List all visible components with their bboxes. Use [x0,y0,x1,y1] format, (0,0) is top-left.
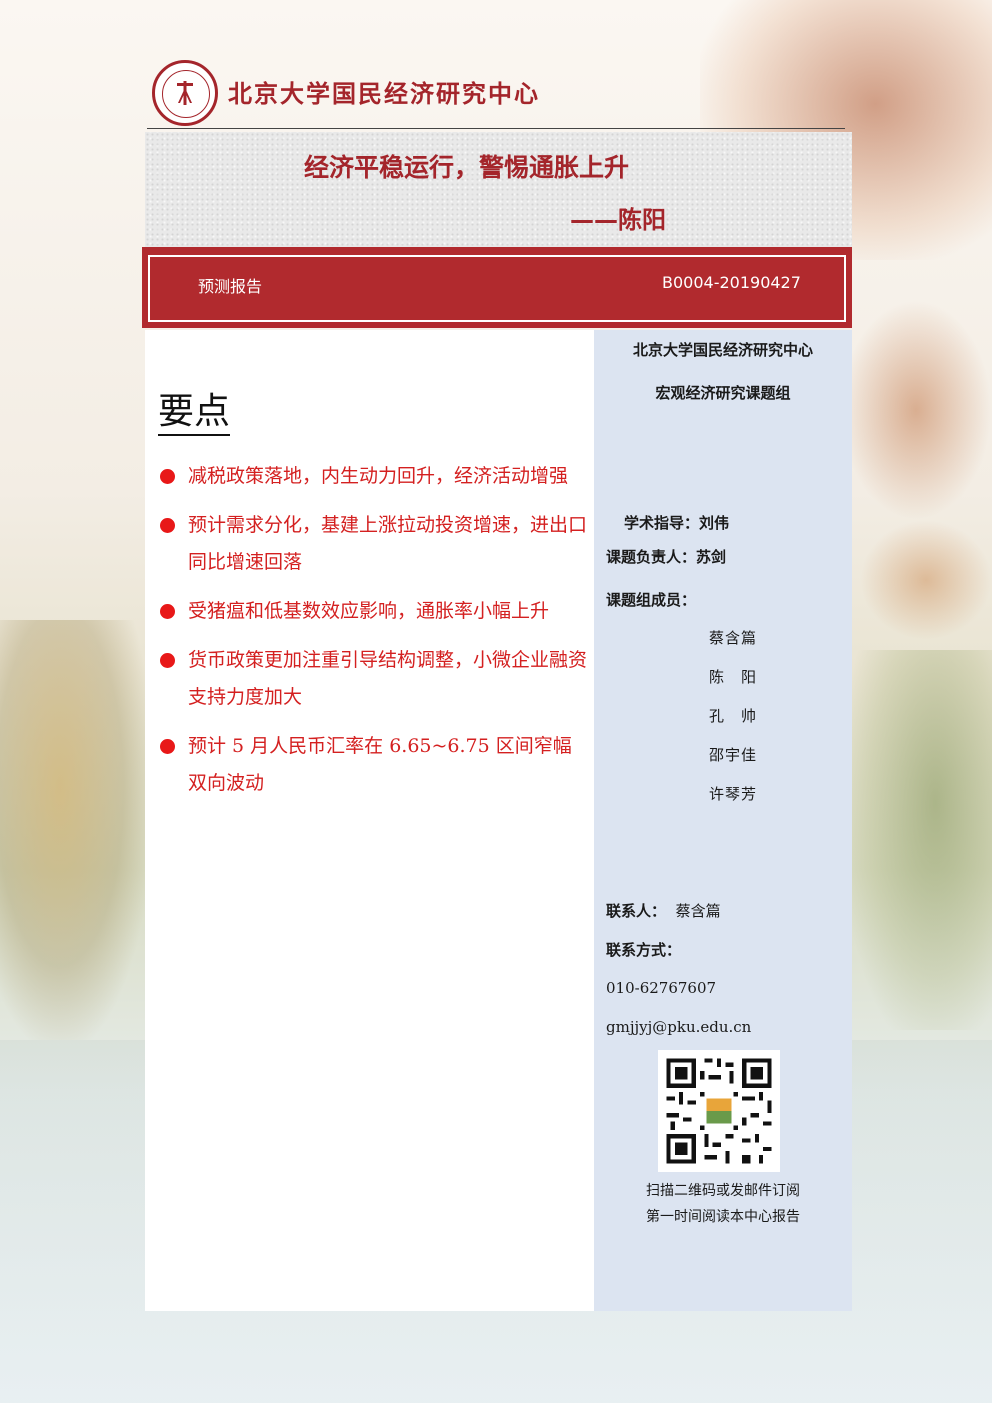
qr-code-icon [658,1050,780,1172]
key-point-item: 货币政策更加注重引导结构调整，小微企业融资支持力度加大 [158,642,588,716]
key-point-text: 货币政策更加注重引导结构调整，小微企业融资支持力度加大 [188,649,588,708]
leader-name: 苏剑 [696,548,727,566]
pku-seal-icon [177,81,193,105]
bullet-dot-icon [160,518,175,533]
key-points-list: 减税政策落地，内生动力回升，经济活动增强 预计需求分化，基建上涨拉动投资增速，进… [158,458,588,814]
member-name: 蔡含篇 [709,629,758,647]
leader-label: 课题负责人： [606,548,697,566]
qr-caption-line1: 扫描二维码或发邮件订阅 [646,1183,800,1199]
contact-name: 蔡含篇 [675,902,721,920]
contact-phone: 010-62767607 [606,979,717,997]
leader-line: 课题负责人：苏剑 [606,546,726,567]
member-name: 邵宇佳 [709,746,758,764]
contact-line: 联系人： 蔡含篇 [606,900,721,921]
key-point-text: 受猪瘟和低基数效应影响，通胀率小幅上升 [188,600,550,622]
key-point-text: 减税政策落地，内生动力回升，经济活动增强 [188,465,569,487]
advisor-label: 学术指导： [624,514,700,532]
bullet-dot-icon [160,739,175,754]
pku-seal-logo [152,60,218,126]
bullet-dot-icon [160,469,175,484]
report-id: B0004-20190427 [662,273,801,292]
autumn-leaves-decoration [840,300,992,520]
qr-code[interactable] [658,1050,780,1172]
key-point-item: 受猪瘟和低基数效应影响，通胀率小幅上升 [158,593,588,630]
contact-email[interactable]: gmjjyj@pku.edu.cn [606,1018,751,1036]
contact-method-label: 联系方式： [606,941,682,959]
key-point-item: 预计 5 月人民币汇率在 6.65~6.75 区间窄幅双向波动 [158,728,588,802]
member-name: 许琴芳 [709,785,758,803]
key-point-item: 减税政策落地，内生动力回升，经济活动增强 [158,458,588,495]
member-name: 陈 阳 [709,668,758,686]
tree-decoration [0,620,150,1040]
bullet-dot-icon [160,604,175,619]
autumn-leaves-decoration [860,520,992,640]
key-point-item: 预计需求分化，基建上涨拉动投资增速，进出口同比增速回落 [158,507,588,581]
report-author: ——陈阳 [570,206,666,234]
sidebar-org-name: 北京大学国民经济研究中心 [632,341,813,359]
contact-label: 联系人： [606,902,667,920]
qr-caption-line2: 第一时间阅读本中心报告 [646,1209,800,1225]
org-title: 北京大学国民经济研究中心 [228,79,540,108]
report-type: 预测报告 [198,277,263,296]
member-name: 孔 帅 [709,707,758,725]
tree-decoration [850,650,992,1030]
bullet-dot-icon [160,653,175,668]
key-point-text: 预计 5 月人民币汇率在 6.65~6.75 区间窄幅双向波动 [188,735,572,794]
advisor-line: 学术指导：刘伟 [624,512,729,533]
members-label: 课题组成员： [606,591,697,609]
header-divider [147,128,845,129]
report-title: 经济平稳运行，警惕通胀上升 [304,153,630,182]
advisor-name: 刘伟 [699,514,730,532]
key-points-heading: 要点 [158,392,231,436]
sidebar-group-name: 宏观经济研究课题组 [655,384,791,402]
key-point-text: 预计需求分化，基建上涨拉动投资增速，进出口同比增速回落 [188,514,588,573]
